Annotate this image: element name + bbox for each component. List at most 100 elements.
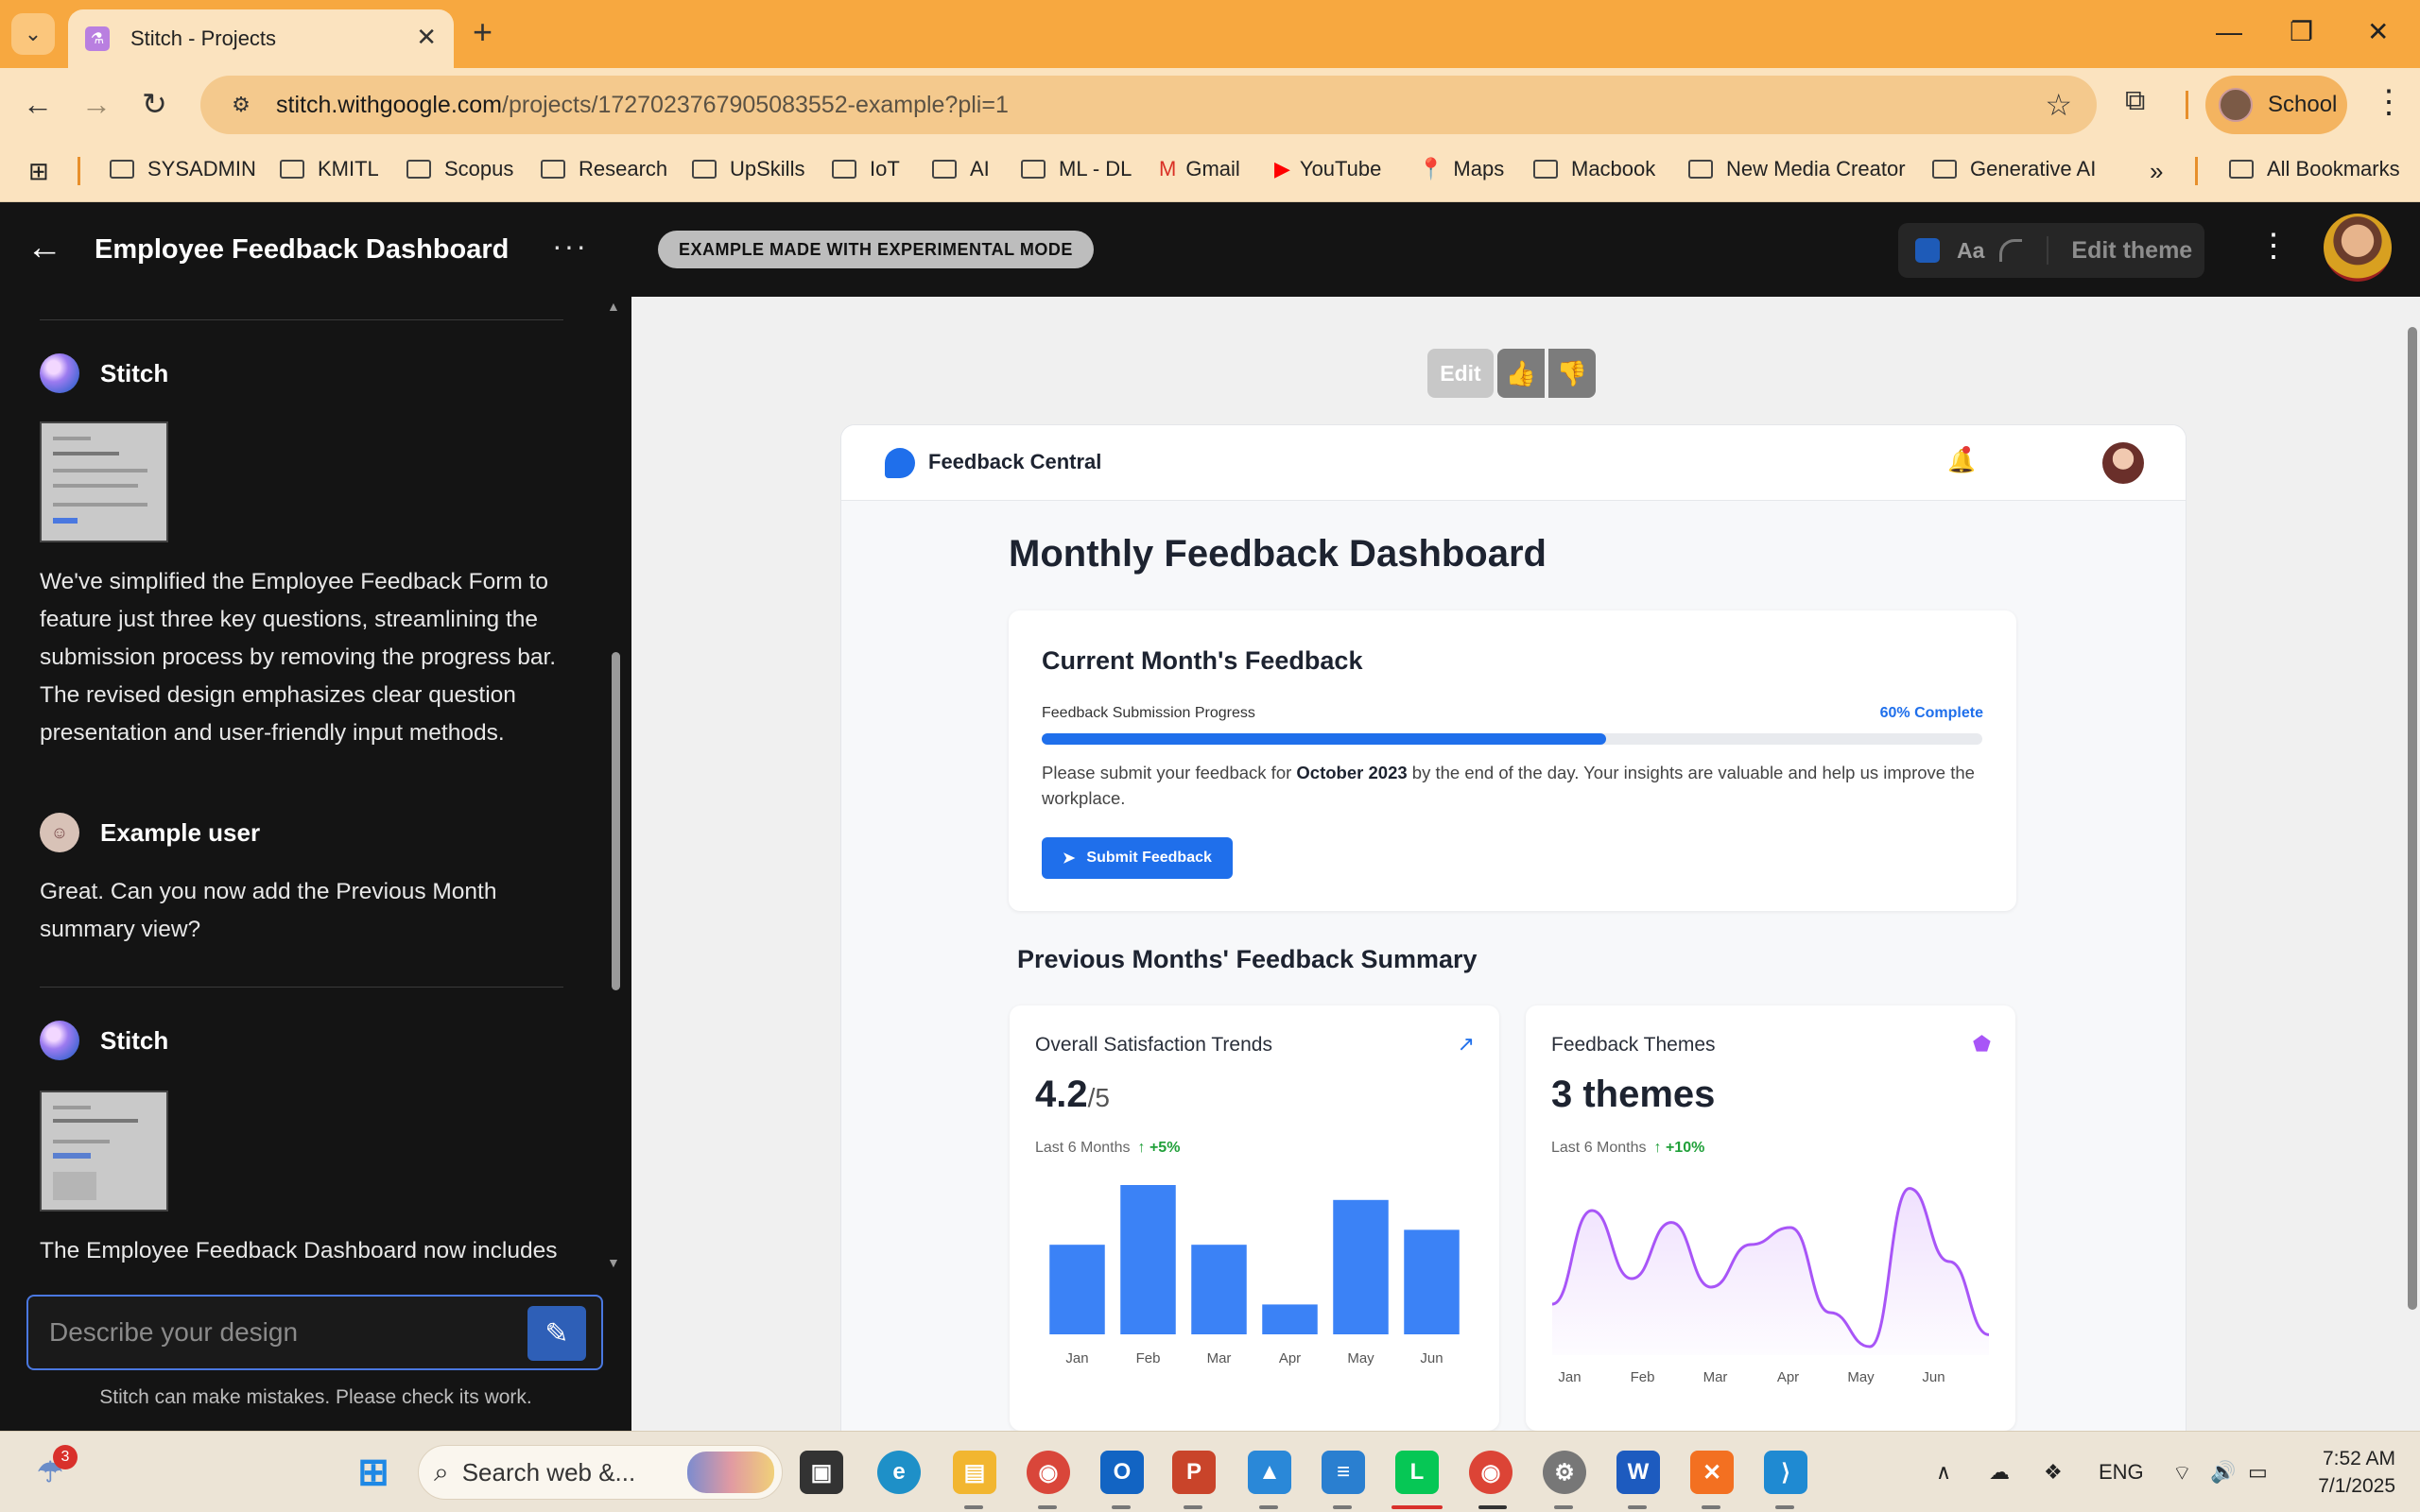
extensions-icon[interactable]: ⧉: [2125, 85, 2145, 117]
system-clock[interactable]: 7:52 AM 7/1/2025: [2291, 1445, 2395, 1500]
thumb-line: [53, 1119, 138, 1123]
profile-name: School: [2268, 92, 2338, 117]
design-prompt-input[interactable]: Describe your design ✎: [26, 1295, 603, 1370]
instructions-month: October 2023: [1296, 763, 1408, 782]
new-tab-button[interactable]: +: [473, 13, 493, 51]
preview-user-avatar[interactable]: [2102, 442, 2144, 484]
edge-icon[interactable]: e: [877, 1451, 921, 1494]
browser-menu-icon[interactable]: ⋮: [2373, 83, 2405, 121]
site-info-icon[interactable]: ⚙: [225, 89, 257, 121]
onedrive-cloud-icon[interactable]: ☁: [1989, 1460, 2010, 1485]
bookmark-scopus[interactable]: Scopus: [406, 157, 513, 181]
forward-button[interactable]: →: [81, 85, 112, 123]
dashboard-preview: Feedback Central 🔔 Monthly Feedback Dash…: [841, 425, 2186, 1431]
theme-toolbar[interactable]: Aa Edit theme: [1898, 223, 2204, 278]
thumbs-up-icon[interactable]: 👍: [1497, 349, 1545, 398]
photos-icon[interactable]: ▲: [1248, 1451, 1291, 1494]
chrome-icon[interactable]: ◉: [1469, 1451, 1512, 1494]
instructions-text: Please submit your feedback for: [1042, 763, 1297, 782]
generate-wand-icon[interactable]: ✎: [527, 1306, 586, 1361]
reload-button[interactable]: ↻: [142, 85, 167, 123]
chrome-profile-icon[interactable]: ◉: [1027, 1451, 1070, 1494]
all-bookmarks[interactable]: All Bookmarks: [2229, 157, 2400, 181]
active-indicator: [1392, 1505, 1443, 1509]
scroll-up-icon[interactable]: ▲: [607, 299, 620, 314]
bookmark-macbook[interactable]: Macbook: [1533, 157, 1655, 181]
vscode-icon[interactable]: ⟩: [1764, 1451, 1807, 1494]
browser-tab[interactable]: ⚗ Stitch - Projects ✕: [68, 9, 454, 68]
language-indicator[interactable]: ENG: [2099, 1460, 2144, 1485]
prompt-placeholder: Describe your design: [49, 1317, 299, 1347]
wifi-icon[interactable]: ⌔: [2172, 1460, 2192, 1486]
back-arrow-icon[interactable]: ←: [26, 229, 62, 266]
powerpoint-icon[interactable]: P: [1172, 1451, 1216, 1494]
bookmark-label: AI: [970, 157, 990, 180]
thumbs-down-icon[interactable]: 👎: [1548, 349, 1596, 398]
minimize-button[interactable]: —: [2216, 15, 2242, 49]
button-label: Submit Feedback: [1086, 850, 1212, 866]
back-button[interactable]: ←: [23, 85, 53, 123]
x-tick-label: Apr: [1777, 1369, 1799, 1385]
progress-fill: [1042, 733, 1606, 745]
bell-icon[interactable]: 🔔: [1947, 446, 1976, 475]
canvas-scroll-thumb[interactable]: [2408, 327, 2417, 1310]
clock-time: 7:52 AM: [2322, 1448, 2395, 1469]
more-bookmarks-icon[interactable]: »: [2150, 157, 2163, 186]
bookmark-label: ML - DL: [1059, 157, 1132, 180]
windows-start-icon[interactable]: ⊞: [352, 1451, 395, 1494]
corner-radius-icon[interactable]: [1999, 239, 2023, 262]
bookmark-iot[interactable]: IoT: [832, 157, 900, 181]
edit-theme-button[interactable]: Edit theme: [2071, 237, 2192, 265]
design-thumbnail[interactable]: [40, 1091, 168, 1211]
project-more-icon[interactable]: ···: [552, 229, 588, 264]
user-avatar[interactable]: [2324, 214, 2392, 282]
volume-icon[interactable]: 🔊: [2210, 1460, 2236, 1485]
experimental-mode-pill: EXAMPLE MADE WITH EXPERIMENTAL MODE: [658, 231, 1094, 268]
outlook-icon[interactable]: O: [1100, 1451, 1144, 1494]
bookmark-kmitl[interactable]: KMITL: [280, 157, 379, 181]
design-thumbnail[interactable]: [40, 421, 168, 542]
bookmark-ml-dl[interactable]: ML - DL: [1021, 157, 1132, 181]
task-view-icon[interactable]: ▣: [800, 1451, 843, 1494]
dropbox-icon[interactable]: ❖: [2044, 1460, 2063, 1485]
word-icon[interactable]: W: [1616, 1451, 1660, 1494]
running-indicator: [1112, 1505, 1131, 1509]
apps-grid-icon[interactable]: ⊞: [28, 157, 49, 186]
bookmark-youtube[interactable]: ▶ YouTube: [1274, 157, 1381, 181]
tab-close-icon[interactable]: ✕: [416, 23, 437, 52]
bookmark-upskills[interactable]: UpSkills: [692, 157, 804, 181]
settings-gear-icon[interactable]: ⚙: [1543, 1451, 1586, 1494]
bookmark-new-media-creator[interactable]: New Media Creator: [1688, 157, 1906, 181]
running-indicator: [1554, 1505, 1573, 1509]
bookmark-generative-ai[interactable]: Generative AI: [1932, 157, 2096, 181]
edit-screen-button[interactable]: Edit: [1427, 349, 1494, 398]
scroll-down-icon[interactable]: ▼: [607, 1255, 620, 1270]
color-swatch-icon[interactable]: [1915, 238, 1940, 263]
bookmark-label: New Media Creator: [1726, 157, 1906, 180]
battery-icon[interactable]: ▭: [2248, 1460, 2268, 1485]
bookmark-sysadmin[interactable]: SYSADMIN: [110, 157, 256, 181]
satisfaction-card: Overall Satisfaction Trends ↗ 4.2/5 Last…: [1010, 1005, 1499, 1431]
line-icon[interactable]: L: [1395, 1451, 1439, 1494]
tab-search-button[interactable]: ⌄: [11, 13, 55, 55]
bookmark-maps[interactable]: 📍 Maps: [1418, 157, 1504, 181]
file-explorer-icon[interactable]: ▤: [953, 1451, 996, 1494]
notepad-icon[interactable]: ≡: [1322, 1451, 1365, 1494]
bookmark-research[interactable]: Research: [541, 157, 667, 181]
chat-scrollbar[interactable]: [612, 652, 620, 990]
app-menu-icon[interactable]: ⋮: [2257, 227, 2290, 265]
font-toggle[interactable]: Aa: [1957, 238, 1984, 264]
canvas-scrollbar[interactable]: [2405, 297, 2420, 1431]
restore-button[interactable]: ❐: [2290, 15, 2313, 49]
xampp-icon[interactable]: ✕: [1690, 1451, 1734, 1494]
bookmark-star-icon[interactable]: ☆: [2045, 87, 2072, 123]
address-bar[interactable]: ⚙ stitch.withgoogle.com/projects/1727023…: [200, 76, 2097, 134]
taskbar-search[interactable]: ⌕ Search web &...: [418, 1445, 783, 1500]
tray-expand-icon[interactable]: ∧: [1936, 1460, 1951, 1485]
bookmark-ai[interactable]: AI: [932, 157, 990, 181]
submit-feedback-button[interactable]: ➤ Submit Feedback: [1042, 837, 1233, 879]
folder-icon: [406, 160, 431, 179]
bookmark-gmail[interactable]: M Gmail: [1159, 157, 1240, 181]
close-window-button[interactable]: ✕: [2367, 15, 2389, 49]
profile-chip[interactable]: School: [2205, 76, 2347, 134]
